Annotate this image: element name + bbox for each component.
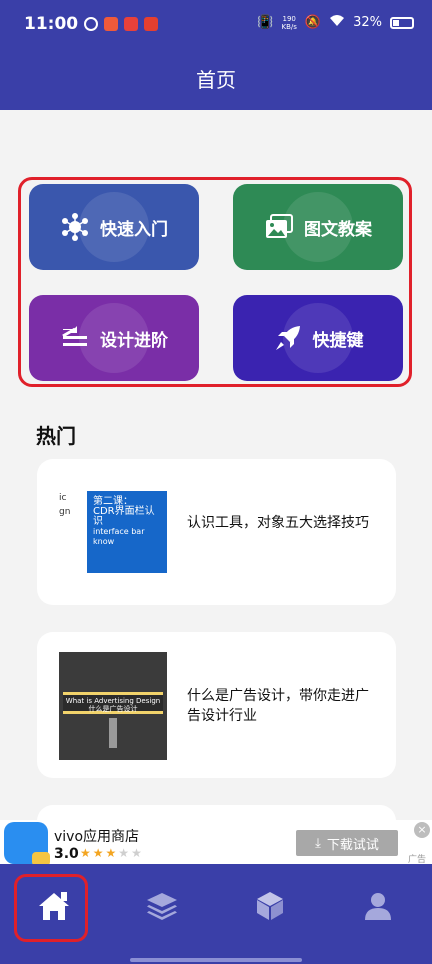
thumb-left-line: gn [59,507,71,517]
star-icon: ★ [80,846,93,860]
nav-profile[interactable] [350,878,406,934]
cube-icon [257,892,283,920]
nav-home[interactable] [26,878,82,934]
rating-stars: ★★★★★ [80,846,144,860]
tile-shortcuts[interactable]: 快捷键 [233,295,403,381]
tile-label: 快速入门 [100,219,168,240]
ad-app-name: vivo应用商店 [54,829,140,845]
ad-rating: 3.0 [54,846,79,862]
image-icon [266,214,293,238]
download-label: 下载试试 [326,837,379,853]
tile-label: 设计进阶 [100,330,168,351]
thumb-caption: interface bar know [93,527,145,546]
star-icon: ★ [118,846,132,860]
card-title: 什么是广告设计，带你走进广告设计行业 [187,688,369,724]
billboard: What is Advertising Design 什么是广告设计 [63,692,163,714]
nav-cube[interactable] [242,878,298,934]
billboard-pole [109,718,117,748]
sync-icon [84,17,98,31]
battery-icon [390,16,414,29]
app-red-icon [104,17,118,31]
hub-icon [62,213,88,241]
page-title: 首页 [196,68,236,92]
advance-icon [62,326,87,346]
tile-label: 图文教案 [304,219,372,240]
battery-label: 32% [353,15,382,30]
billboard-text-en: What is Advertising Design [65,697,161,705]
thumb-left-line: ic [59,493,67,503]
ad-close-icon[interactable]: × [414,822,430,838]
net-speed: 190 KB/s [282,15,297,31]
hot-card[interactable]: ic gn ad 第二课： CDR界面栏认识 interface bar kno… [37,459,396,605]
course-thumbnail: ic gn ad 第二课： CDR界面栏认识 interface bar kno… [59,479,167,587]
notification-icons [84,17,158,31]
bottom-nav [0,864,432,964]
thumb-left-text: ic gn ad [59,491,70,587]
status-bar: 11:00 📳 190 KB/s 🔕 32% [0,0,432,52]
vibrate-icon: 📳 [257,15,274,30]
mute-icon: 🔕 [304,15,322,30]
thumb-blue-panel: 第二课： CDR界面栏认识 interface bar know [87,491,167,573]
download-button[interactable]: ⤓ 下载试试 [296,830,398,856]
net-speed-unit: KB/s [281,22,297,31]
card-title: 认识工具，对象五大选择技巧 [187,515,369,531]
app-red2-icon [144,17,158,31]
status-right: 📳 190 KB/s 🔕 32% [257,14,414,31]
status-time: 11:00 [24,14,79,34]
tile-label: 快捷键 [312,330,364,351]
top-bar: 11:00 📳 190 KB/s 🔕 32% 首页 [0,0,432,110]
course-thumbnail: What is Advertising Design 什么是广告设计 [59,652,167,760]
tile-advanced[interactable]: 设计进阶 [29,295,199,381]
rocket-icon [275,326,300,350]
download-icon: ⤓ [315,835,321,851]
star-icon: ★ [105,846,119,860]
thumb-subheading: CDR界面栏认识 [93,506,155,527]
ad-banner[interactable]: vivo应用商店 3.0 ★★★★★ ⤓ 下载试试 × 广告 [0,820,432,866]
tile-tutorials[interactable]: 图文教案 [233,184,403,270]
nav-layers[interactable] [134,878,190,934]
home-icon [39,892,69,920]
star-icon: ★ [131,846,144,860]
tile-quick-start[interactable]: 快速入门 [29,184,199,270]
app-store-icon [4,822,50,866]
billboard-text-cn: 什么是广告设计 [88,705,138,713]
net-speed-value: 190 [282,14,296,23]
star-icon: ★ [92,846,106,860]
hot-card[interactable]: What is Advertising Design 什么是广告设计 什么是广告… [37,632,396,778]
app-orange-icon [124,17,138,31]
gesture-handle [130,958,302,962]
layers-icon [147,893,177,920]
hot-section-title: 热门 [36,424,76,448]
wifi-icon [329,14,345,31]
user-icon [365,893,391,920]
